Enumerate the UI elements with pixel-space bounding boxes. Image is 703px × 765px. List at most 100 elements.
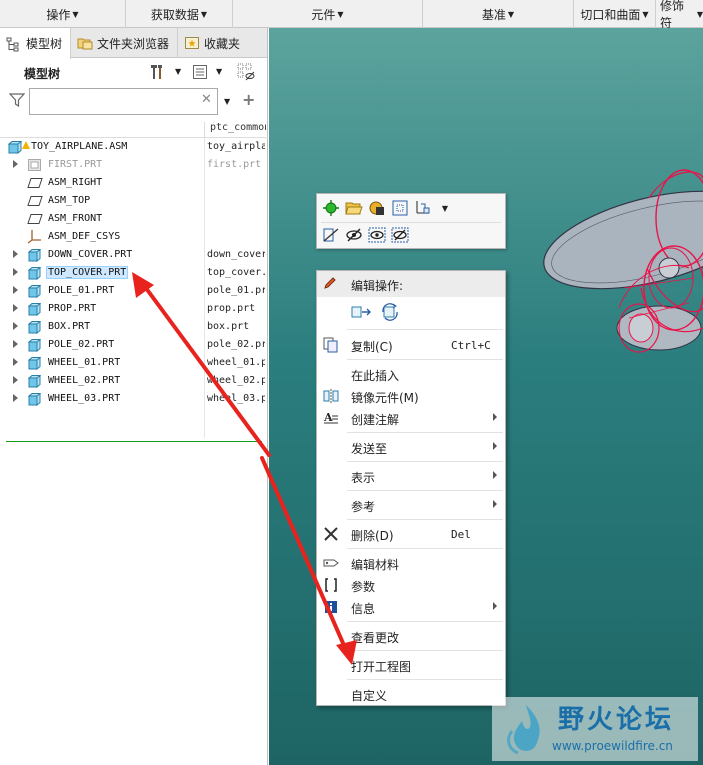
ribbon-group-modifiers[interactable]: 修饰符 ▼ [656, 0, 703, 30]
clear-search-icon[interactable]: ✕ [201, 92, 212, 107]
menu-item-parameters[interactable]: 参数 [317, 575, 505, 595]
tree-row-part[interactable]: DOWN_COVER.PRT down_cover.prt [0, 246, 268, 264]
expand-icon[interactable] [13, 394, 18, 402]
expand-icon[interactable] [13, 268, 18, 276]
tree-item-label: FIRST.PRT [48, 159, 103, 170]
menu-item-insert-here[interactable]: 在此插入 [317, 364, 505, 384]
tree-row-part-selected[interactable]: TOP_COVER.PRT top_cover.prt [0, 264, 268, 282]
ribbon-group-operations[interactable]: 操作 ▼ [0, 0, 126, 28]
tree-row-csys[interactable]: ASM_DEF_CSYS [0, 228, 268, 246]
add-filter-icon[interactable]: + [242, 90, 255, 109]
menu-item-open-drawing[interactable]: 打开工程图 [317, 655, 505, 675]
ribbon-group-component[interactable]: 元件 ▼ [233, 0, 423, 28]
menu-divider [347, 621, 503, 622]
menu-item-represent[interactable]: 表示 [317, 466, 505, 486]
tree-row-part[interactable]: BOX.PRT box.prt [0, 318, 268, 336]
tree-row-part[interactable]: PROP.PRT prop.prt [0, 300, 268, 318]
menu-divider [347, 490, 503, 491]
expand-icon[interactable] [13, 340, 18, 348]
tree-row-part[interactable]: FIRST.PRT first.prt [0, 156, 268, 174]
material-tag-icon [323, 555, 339, 571]
column-header-common-name[interactable]: ptc_common_name [204, 122, 266, 138]
part-icon [27, 302, 42, 317]
tree-row-assembly[interactable]: TOY_AIRPLANE.ASM toy_airplane.asm [0, 138, 268, 156]
menu-item-view-changes[interactable]: 查看更改 [317, 626, 505, 646]
show-list-icon[interactable] [190, 62, 210, 82]
tree-item-label: ASM_DEF_CSYS [48, 231, 121, 242]
tab-favorites[interactable]: 收藏夹 [178, 28, 248, 58]
tree-item-label: WHEEL_02.PRT [48, 375, 121, 386]
hide-eye-icon[interactable] [344, 225, 364, 245]
regenerate-icon[interactable] [379, 302, 401, 325]
unhide-eye-icon[interactable] [390, 225, 410, 245]
chevron-down-icon[interactable]: ▼ [435, 198, 455, 218]
edit-definition-icon[interactable] [351, 303, 373, 324]
watermark-title: 野火论坛 [558, 705, 675, 735]
part-icon [27, 284, 42, 299]
menu-item-edit-material[interactable]: 编辑材料 [317, 553, 505, 573]
tree-row-part[interactable]: POLE_02.PRT pole_02.prt [0, 336, 268, 354]
appearance-icon[interactable] [367, 198, 387, 218]
tree-row-part[interactable]: POLE_01.PRT pole_01.prt [0, 282, 268, 300]
highlight-component-icon[interactable] [321, 198, 341, 218]
navigator-tabs: 模型树 文件夹浏览器 收藏夹 [0, 28, 267, 59]
fit-view-icon[interactable] [390, 198, 410, 218]
menu-item-mirror-component[interactable]: 镜像元件(M) [317, 386, 505, 406]
hide-tree-columns-icon[interactable] [236, 62, 256, 82]
menu-item-info[interactable]: 信息 [317, 597, 505, 617]
chevron-down-icon[interactable]: ▼ [175, 67, 181, 76]
filter-icon[interactable] [8, 92, 26, 111]
tree-row-datum-plane[interactable]: ASM_TOP [0, 192, 268, 210]
expand-icon[interactable] [13, 322, 18, 330]
part-icon [27, 338, 42, 353]
tree-row-datum-plane[interactable]: ASM_FRONT [0, 210, 268, 228]
show-eye-icon[interactable] [367, 225, 387, 245]
tree-item-common-name: pole_01.prt [207, 285, 265, 296]
expand-icon[interactable] [13, 160, 18, 168]
tree-row-part[interactable]: WHEEL_03.PRT wheel_03.prt [0, 390, 268, 408]
menu-item-copy[interactable]: 复制(C) Ctrl+C [317, 335, 505, 355]
tree-item-common-name: down_cover.prt [207, 249, 265, 260]
hide-component-icon[interactable] [321, 225, 341, 245]
open-folder-icon[interactable] [344, 198, 364, 218]
menu-item-create-annotation[interactable]: A 创建注解 [317, 408, 505, 428]
expand-icon[interactable] [13, 286, 18, 294]
parameters-bracket-icon [323, 577, 339, 593]
chevron-down-icon: ▼ [337, 9, 344, 19]
expand-icon[interactable] [13, 250, 18, 258]
tree-item-label: PROP.PRT [48, 303, 97, 314]
insert-here-indicator[interactable] [6, 441, 262, 442]
tree-row-part[interactable]: WHEEL_01.PRT wheel_01.prt [0, 354, 268, 372]
settings-tools-icon[interactable] [148, 62, 168, 82]
submenu-arrow-icon [493, 500, 497, 508]
copy-icon [323, 337, 339, 353]
expand-icon[interactable] [13, 358, 18, 366]
expand-icon[interactable] [13, 376, 18, 384]
tab-model-tree[interactable]: 模型树 [0, 28, 72, 59]
menu-item-send-to[interactable]: 发送至 [317, 437, 505, 457]
navigator-panel: 模型树 文件夹浏览器 收藏夹 模型树 ▼ ▼ ✕ ▼ + ptc_commo T… [0, 28, 268, 765]
menu-item-reference[interactable]: 参考 [317, 495, 505, 515]
menu-item-customize[interactable]: 自定义 [317, 684, 505, 704]
menu-divider [347, 359, 503, 360]
chevron-down-icon[interactable]: ▼ [216, 67, 222, 76]
tree-row-datum-plane[interactable]: ASM_RIGHT [0, 174, 268, 192]
part-icon [27, 392, 42, 407]
mini-toolbar: ▼ [316, 193, 506, 249]
tree-search-input[interactable] [29, 88, 218, 115]
submenu-arrow-icon [493, 413, 497, 421]
ribbon-group-datum[interactable]: 基准 ▼ [423, 0, 574, 28]
chevron-down-icon[interactable]: ▼ [224, 97, 230, 106]
menu-divider [347, 461, 503, 462]
datum-display-icon[interactable] [413, 198, 433, 218]
part-icon [27, 266, 42, 281]
part-icon [27, 248, 42, 263]
tree-row-part[interactable]: WHEEL_02.PRT wheel_02.prt [0, 372, 268, 390]
expand-icon[interactable] [13, 304, 18, 312]
menu-divider [347, 679, 503, 680]
menu-item-delete[interactable]: 删除(D) Del [317, 524, 505, 544]
menu-divider [347, 329, 503, 330]
tab-folder-browser[interactable]: 文件夹浏览器 [71, 28, 179, 58]
ribbon-group-get-data[interactable]: 获取数据 ▼ [126, 0, 233, 28]
ribbon-group-cut-surface[interactable]: 切口和曲面 ▼ [574, 0, 656, 28]
